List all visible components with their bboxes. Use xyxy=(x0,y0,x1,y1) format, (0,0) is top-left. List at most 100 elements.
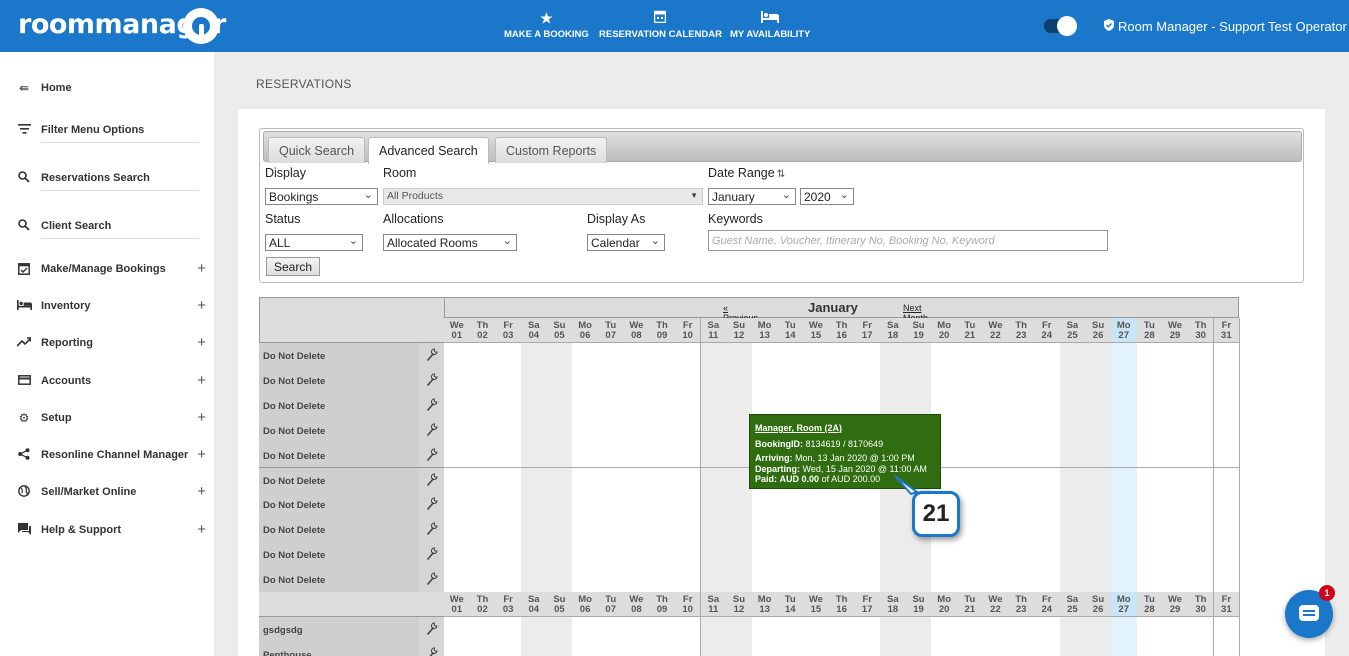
calendar-cell[interactable] xyxy=(1213,343,1241,369)
display-as-select[interactable]: Calendar ⌄ xyxy=(587,234,665,251)
calendar-cell[interactable] xyxy=(469,641,497,656)
calendar-cell[interactable] xyxy=(623,617,651,643)
calendar-cell[interactable] xyxy=(957,467,984,494)
calendar-cell[interactable] xyxy=(597,343,625,369)
calendar-cell[interactable] xyxy=(546,392,574,419)
calendar-cell[interactable] xyxy=(623,492,651,519)
calendar-cell[interactable] xyxy=(1059,442,1087,469)
calendar-cell[interactable] xyxy=(931,641,958,656)
calendar-cell[interactable] xyxy=(1136,542,1164,569)
calendar-cell[interactable] xyxy=(444,492,471,519)
calendar-cell[interactable] xyxy=(982,343,1010,369)
calendar-cell[interactable] xyxy=(1008,367,1035,394)
calendar-cell[interactable] xyxy=(700,442,728,469)
calendar-cell[interactable] xyxy=(957,343,984,369)
calendar-cell[interactable] xyxy=(520,392,548,419)
calendar-cell[interactable] xyxy=(572,567,599,593)
calendar-cell[interactable] xyxy=(572,492,599,519)
user-menu[interactable]: Room Manager - Support Test Operator xyxy=(1104,19,1347,34)
calendar-cell[interactable] xyxy=(854,567,882,593)
calendar-cell[interactable] xyxy=(751,567,779,593)
calendar-cell[interactable] xyxy=(726,567,753,593)
calendar-cell[interactable] xyxy=(803,542,830,569)
calendar-cell[interactable] xyxy=(700,542,728,569)
calendar-cell[interactable] xyxy=(1033,492,1061,519)
calendar-cell[interactable] xyxy=(1033,392,1061,419)
calendar-cell[interactable] xyxy=(1162,367,1189,394)
expand-plus-icon[interactable]: + xyxy=(197,483,206,500)
calendar-cell[interactable] xyxy=(623,467,651,494)
calendar-cell[interactable] xyxy=(880,492,907,519)
display-select[interactable]: Bookings ⌄ xyxy=(265,188,378,205)
calendar-cell[interactable] xyxy=(751,641,779,656)
edit-room-icon[interactable] xyxy=(419,343,445,369)
calendar-cell[interactable] xyxy=(597,517,625,544)
calendar-cell[interactable] xyxy=(700,617,728,643)
calendar-cell[interactable] xyxy=(469,542,497,569)
calendar-cell[interactable] xyxy=(674,517,702,544)
edit-room-icon[interactable] xyxy=(419,641,445,656)
calendar-cell[interactable] xyxy=(623,367,651,394)
calendar-cell[interactable] xyxy=(931,617,958,643)
calendar-cell[interactable] xyxy=(1059,542,1087,569)
calendar-cell[interactable] xyxy=(1008,417,1035,444)
calendar-cell[interactable] xyxy=(700,343,728,369)
calendar-cell[interactable] xyxy=(1059,517,1087,544)
calendar-cell[interactable] xyxy=(597,567,625,593)
calendar-cell[interactable] xyxy=(982,542,1010,569)
calendar-cell[interactable] xyxy=(726,492,753,519)
calendar-cell[interactable] xyxy=(674,417,702,444)
calendar-cell[interactable] xyxy=(1008,617,1035,643)
calendar-cell[interactable] xyxy=(495,442,522,469)
calendar-cell[interactable] xyxy=(649,417,676,444)
calendar-cell[interactable] xyxy=(957,417,984,444)
calendar-cell[interactable] xyxy=(1033,641,1061,656)
calendar-cell[interactable] xyxy=(777,492,805,519)
calendar-cell[interactable] xyxy=(649,392,676,419)
edit-room-icon[interactable] xyxy=(419,467,445,494)
calendar-cell[interactable] xyxy=(520,442,548,469)
calendar-cell[interactable] xyxy=(828,617,856,643)
calendar-cell[interactable] xyxy=(828,542,856,569)
calendar-cell[interactable] xyxy=(1008,392,1035,419)
calendar-cell[interactable] xyxy=(1187,542,1215,569)
calendar-cell[interactable] xyxy=(854,641,882,656)
calendar-cell[interactable] xyxy=(828,492,856,519)
calendar-cell[interactable] xyxy=(1110,343,1138,369)
calendar-cell[interactable] xyxy=(520,343,548,369)
calendar-cell[interactable] xyxy=(597,641,625,656)
calendar-cell[interactable] xyxy=(1136,492,1164,519)
calendar-cell[interactable] xyxy=(700,467,728,494)
allocations-select[interactable]: Allocated Rooms ⌄ xyxy=(383,234,517,251)
calendar-cell[interactable] xyxy=(495,492,522,519)
calendar-cell[interactable] xyxy=(674,542,702,569)
calendar-cell[interactable] xyxy=(726,367,753,394)
calendar-cell[interactable] xyxy=(1008,467,1035,494)
calendar-cell[interactable] xyxy=(649,542,676,569)
calendar-cell[interactable] xyxy=(469,492,497,519)
calendar-cell[interactable] xyxy=(1033,567,1061,593)
calendar-cell[interactable] xyxy=(597,492,625,519)
calendar-cell[interactable] xyxy=(674,617,702,643)
calendar-cell[interactable] xyxy=(520,492,548,519)
calendar-cell[interactable] xyxy=(1085,467,1112,494)
expand-plus-icon[interactable]: + xyxy=(197,521,206,538)
calendar-cell[interactable] xyxy=(546,367,574,394)
calendar-cell[interactable] xyxy=(828,367,856,394)
calendar-cell[interactable] xyxy=(572,343,599,369)
calendar-cell[interactable] xyxy=(572,392,599,419)
calendar-cell[interactable] xyxy=(623,641,651,656)
edit-room-icon[interactable] xyxy=(419,367,445,394)
calendar-cell[interactable] xyxy=(623,343,651,369)
calendar-cell[interactable] xyxy=(1008,343,1035,369)
calendar-cell[interactable] xyxy=(649,467,676,494)
calendar-cell[interactable] xyxy=(957,617,984,643)
calendar-cell[interactable] xyxy=(854,343,882,369)
room-select[interactable]: All Products ▼ xyxy=(383,188,703,205)
calendar-cell[interactable] xyxy=(1059,567,1087,593)
calendar-cell[interactable] xyxy=(1136,417,1164,444)
calendar-cell[interactable] xyxy=(751,542,779,569)
status-select[interactable]: ALL ⌄ xyxy=(265,234,363,251)
calendar-cell[interactable] xyxy=(1110,617,1138,643)
expand-plus-icon[interactable]: + xyxy=(197,260,206,277)
